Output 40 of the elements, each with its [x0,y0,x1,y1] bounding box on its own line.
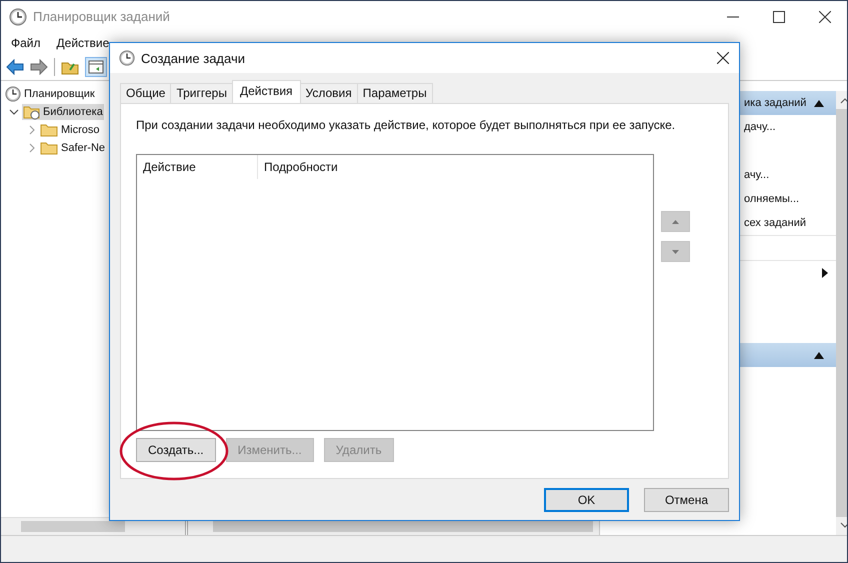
tree-item[interactable]: Планировщик [24,88,95,100]
folder-icon [40,122,58,138]
chevron-icon[interactable] [9,107,19,117]
tab[interactable]: Действия [232,80,301,103]
panel-icon[interactable] [85,57,107,77]
down-arrow-icon [672,250,679,254]
clock-icon [9,8,27,26]
collapse-triangle-icon[interactable] [814,100,824,106]
submenu-arrow-icon[interactable] [822,268,828,278]
actions-list[interactable]: Действие Подробности [136,154,654,431]
forward-arrow-icon[interactable] [30,59,48,75]
scroll-up-icon[interactable] [840,97,847,105]
dialog-button[interactable]: Отмена [644,488,729,512]
folder-icon [40,140,58,156]
tree-item[interactable]: Библиотека [22,104,104,120]
horizontal-scrollbar[interactable] [1,517,185,535]
collapse-triangle-icon[interactable] [814,352,824,358]
dialog-title: Создание задачи [141,50,245,66]
column-header[interactable]: Подробности [258,155,338,179]
close-icon[interactable] [819,10,831,22]
back-arrow-icon[interactable] [6,59,24,75]
column-header[interactable]: Действие [137,155,258,179]
tree-item-label: Библиотека [43,106,103,118]
tree-item[interactable]: Microso [61,124,100,136]
close-icon[interactable] [717,52,729,64]
section-title: ика заданий [743,97,806,109]
instruction-text: При создании задачи необходимо указать действие, которое будет выполняться при ее запуске. [136,118,676,132]
clock-icon [119,50,135,66]
menu-item[interactable]: Файл [5,36,47,50]
action-button[interactable]: Создать... [136,438,216,462]
window-title: Планировщик заданий [33,9,170,24]
dialog-button[interactable]: OK [544,488,629,512]
clock-icon [5,86,21,102]
tab[interactable]: Общие [120,83,172,103]
tab[interactable]: Параметры [356,83,433,103]
folder-clock-icon [23,104,41,120]
scroll-down-icon[interactable] [840,521,847,529]
maximize-icon[interactable] [773,10,785,22]
tree-item[interactable]: Safer-Ne [61,142,106,154]
up-arrow-icon [672,220,679,224]
